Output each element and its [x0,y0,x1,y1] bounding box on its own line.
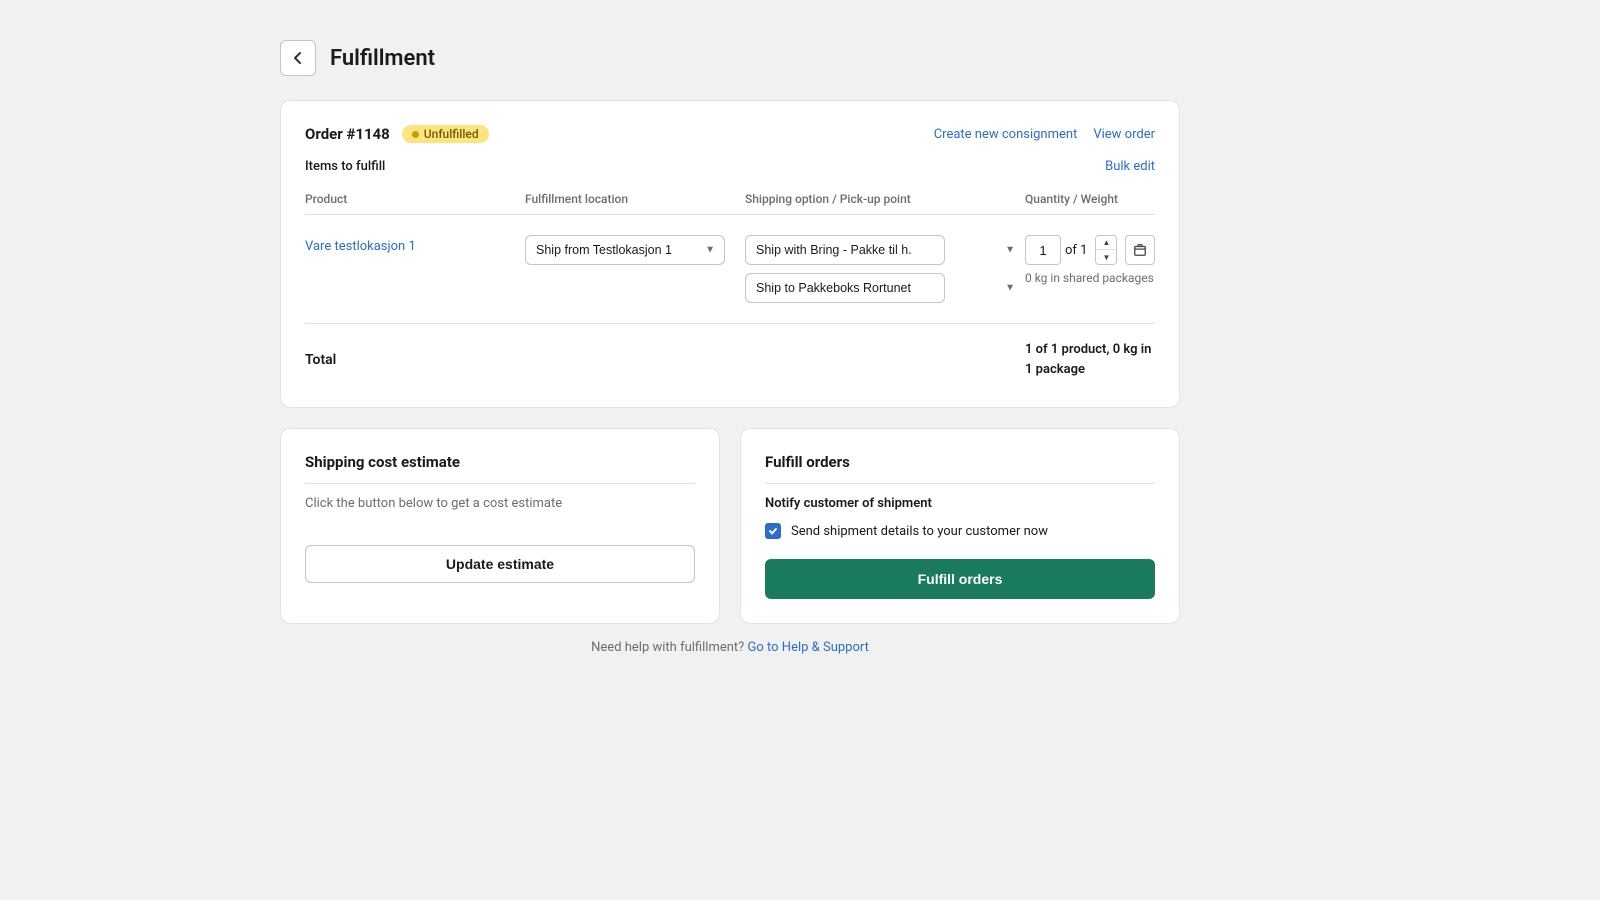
notify-checkbox-label: Send shipment details to your customer n… [791,524,1048,539]
update-estimate-button[interactable]: Update estimate [305,545,695,583]
col-fulfillment-location: Fulfillment location [525,192,745,206]
notify-customer-label: Notify customer of shipment [765,496,1155,511]
shipping-option-select-wrapper: Ship with Bring - Pakke til h... ▼ [745,235,1025,265]
checkmark-icon [768,526,778,536]
back-arrow-icon [290,50,306,66]
total-value: 1 of 1 product, 0 kg in 1 package [1025,340,1245,379]
fulfillment-location-select[interactable]: Ship from Testlokasjon 1 [525,235,725,265]
quantity-up-button[interactable]: ▲ [1096,236,1116,250]
table-header: Product Fulfillment location Shipping op… [305,184,1155,215]
select-arrow-shipping-icon: ▼ [1005,245,1015,256]
of-text: of 1 [1065,243,1087,258]
quantity-cell: of 1 ▲ ▼ 0 kg in shared packages [1025,235,1245,285]
package-icon-button[interactable] [1125,235,1155,265]
shipping-cost-title: Shipping cost estimate [305,453,695,471]
ship-to-select-wrapper: Ship to Pakkeboks Rortunet... ▼ [745,273,1025,303]
shipping-cost-description: Click the button below to get a cost est… [305,496,695,511]
quantity-row: of 1 ▲ ▼ [1025,235,1245,265]
shared-packages-text: 0 kg in shared packages [1025,271,1245,285]
shipping-options-cell: Ship with Bring - Pakke til h... ▼ Ship … [745,235,1025,303]
back-button[interactable] [280,40,316,76]
package-icon [1133,243,1147,257]
badge-dot-icon [412,131,419,138]
total-label: Total [305,352,525,368]
col-quantity-weight: Quantity / Weight [1025,192,1245,206]
bulk-edit-link[interactable]: Bulk edit [1105,159,1155,174]
total-row: Total 1 of 1 product, 0 kg in 1 package [305,324,1155,383]
order-header-right: Create new consignment View order [934,127,1155,142]
notify-checkbox[interactable] [765,523,781,539]
product-link[interactable]: Vare testlokasjon 1 [305,239,416,254]
quantity-input[interactable] [1025,235,1061,265]
status-badge: Unfulfilled [402,125,489,143]
page-header: Fulfillment [280,40,1600,76]
help-support-link[interactable]: Go to Help & Support [748,640,869,655]
fulfillment-location-select-wrapper: Ship from Testlokasjon 1 ▼ [525,235,725,265]
items-to-fulfill-header: Items to fulfill Bulk edit [305,159,1155,174]
table-row: Vare testlokasjon 1 Ship from Testlokasj… [305,215,1155,324]
order-number: Order #1148 [305,125,390,143]
order-card: Order #1148 Unfulfilled Create new consi… [280,100,1180,408]
fulfill-orders-button[interactable]: Fulfill orders [765,559,1155,599]
quantity-input-group: of 1 [1025,235,1087,265]
items-to-fulfill-label: Items to fulfill [305,159,385,174]
fulfill-orders-title: Fulfill orders [765,453,1155,471]
create-consignment-link[interactable]: Create new consignment [934,127,1078,142]
select-arrow-shipto-icon: ▼ [1005,283,1015,294]
bottom-section: Shipping cost estimate Click the button … [280,428,1180,624]
quantity-down-button[interactable]: ▼ [1096,250,1116,264]
shipping-cost-card: Shipping cost estimate Click the button … [280,428,720,624]
shipping-cost-divider [305,483,695,484]
col-product: Product [305,192,525,206]
fulfillment-location-cell: Ship from Testlokasjon 1 ▼ [525,235,745,265]
order-header: Order #1148 Unfulfilled Create new consi… [305,125,1155,143]
quantity-spinners: ▲ ▼ [1095,235,1117,265]
col-shipping-option: Shipping option / Pick-up point [745,192,1025,206]
order-header-left: Order #1148 Unfulfilled [305,125,489,143]
view-order-link[interactable]: View order [1093,127,1155,142]
fulfill-orders-card: Fulfill orders Notify customer of shipme… [740,428,1180,624]
page-title: Fulfillment [330,46,435,71]
ship-to-select[interactable]: Ship to Pakkeboks Rortunet... [745,273,945,303]
help-text: Need help with fulfillment? Go to Help &… [280,640,1180,655]
shipping-option-select[interactable]: Ship with Bring - Pakke til h... [745,235,945,265]
fulfill-orders-divider [765,483,1155,484]
product-cell: Vare testlokasjon 1 [305,235,525,254]
notify-checkbox-row: Send shipment details to your customer n… [765,523,1155,539]
